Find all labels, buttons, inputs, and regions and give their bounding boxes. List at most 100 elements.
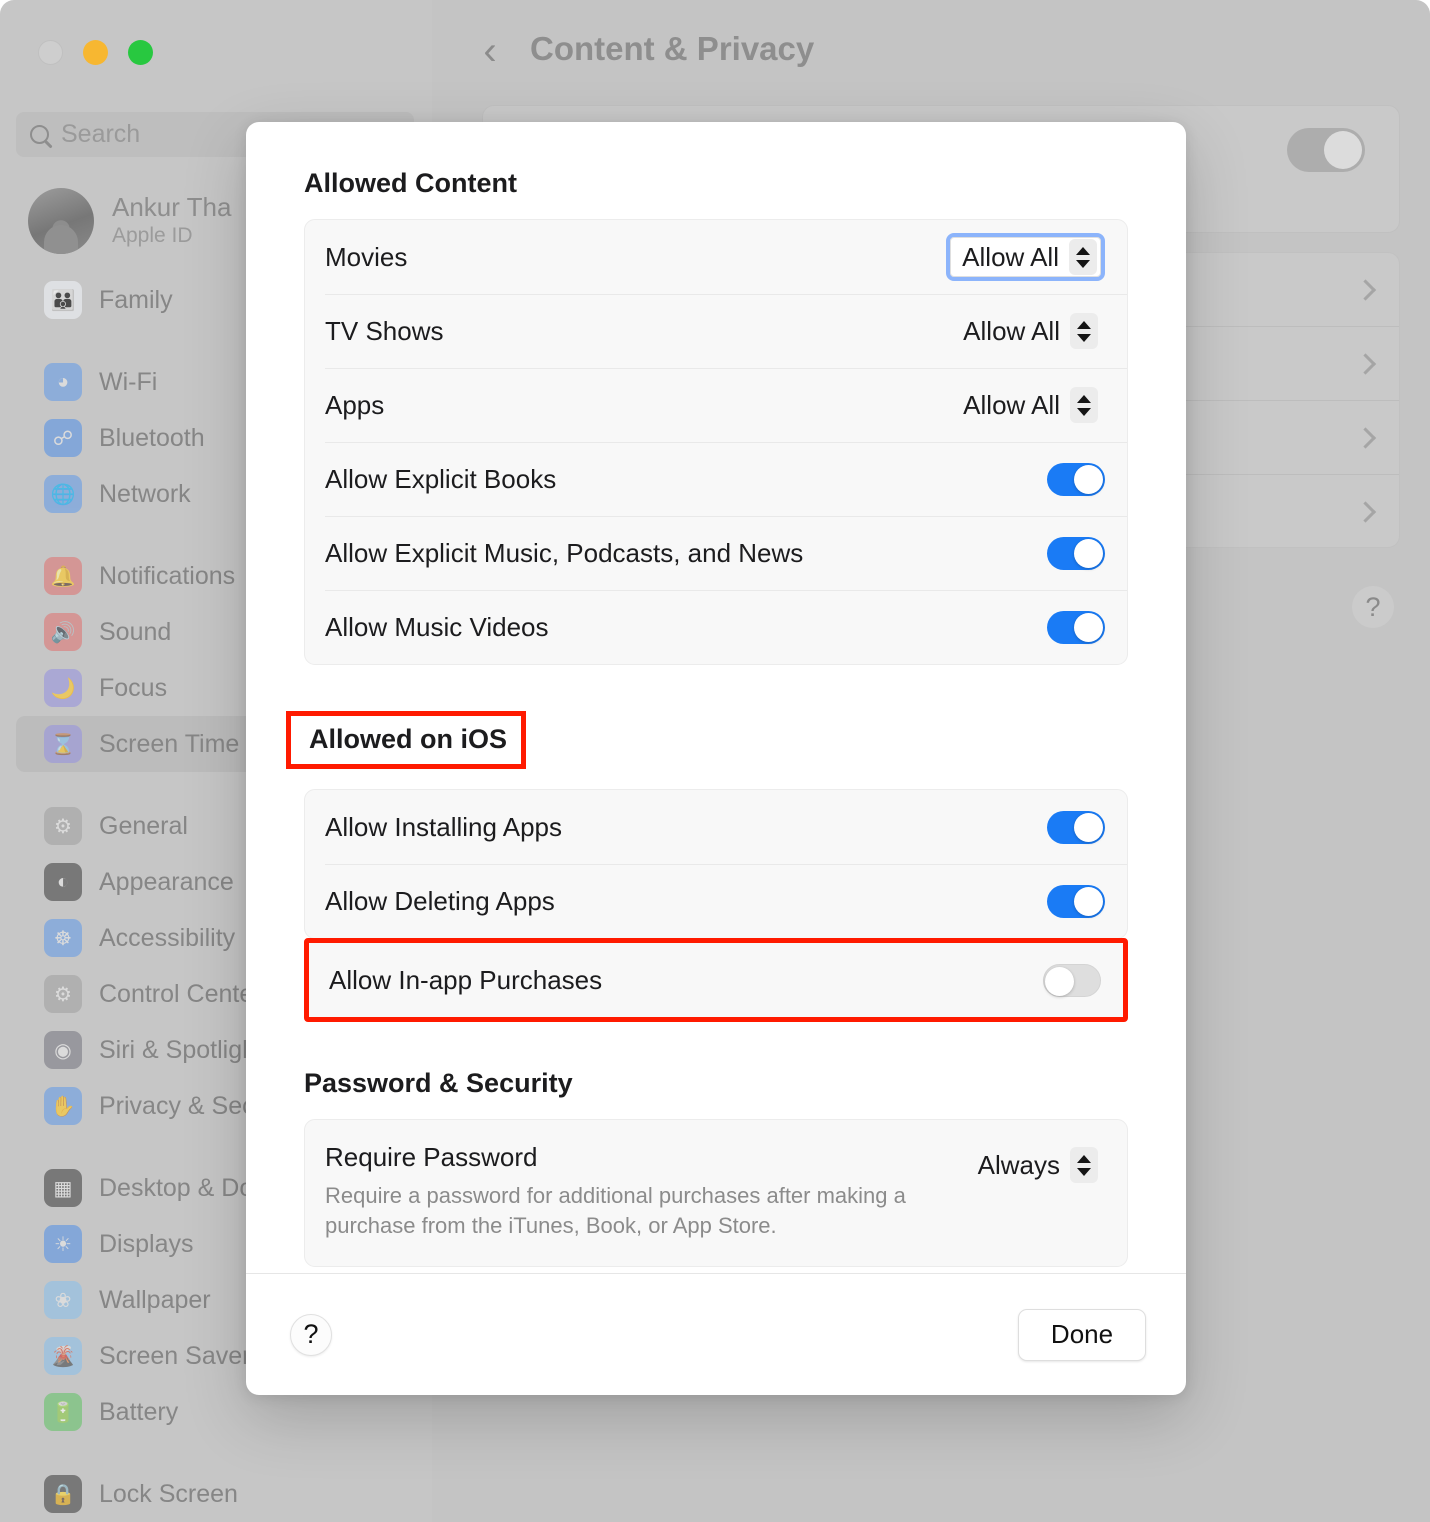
account-row[interactable]: Ankur Tha Apple ID	[28, 188, 231, 254]
allowed-content-dialog: Allowed Content Movies Allow All TV Show…	[246, 122, 1186, 1395]
sidebar-item-label: General	[99, 811, 188, 840]
movies-rating-popup[interactable]: Allow All	[946, 233, 1105, 281]
sidebar-item-label: Wallpaper	[99, 1285, 211, 1314]
row-label: Allow Explicit Music, Podcasts, and News	[325, 537, 804, 568]
password-security-card: Require Password Require a password for …	[304, 1119, 1128, 1268]
moon-icon: 🌙	[44, 669, 82, 707]
row-allow-music-videos[interactable]: Allow Music Videos	[305, 590, 1127, 664]
allowed-content-card: Movies Allow All TV Shows Allow All Apps…	[304, 219, 1128, 665]
screen: Search Ankur Tha Apple ID 👪 Family ◕ Wi-…	[0, 0, 1430, 1522]
row-label: Movies	[325, 241, 408, 272]
chevron-updown-icon	[1070, 313, 1098, 349]
allow-explicit-music-toggle[interactable]	[1047, 536, 1105, 570]
chevron-updown-icon	[1070, 1147, 1098, 1183]
desktop-dock-icon: ▦	[44, 1169, 82, 1207]
row-label: Allow Installing Apps	[325, 811, 563, 842]
bell-icon: 🔔	[44, 557, 82, 595]
speaker-icon: 🔊	[44, 613, 82, 651]
allow-music-videos-toggle[interactable]	[1047, 610, 1105, 644]
popup-value: Allow All	[963, 315, 1060, 346]
done-button[interactable]: Done	[1018, 1308, 1146, 1361]
allow-in-app-purchases-card: Allow In-app Purchases	[304, 938, 1128, 1022]
maximize-button[interactable]	[128, 40, 153, 65]
row-apps[interactable]: Apps Allow All	[305, 368, 1127, 442]
bluetooth-icon: ☍	[44, 419, 82, 457]
avatar	[28, 188, 94, 254]
network-icon: 🌐	[44, 475, 82, 513]
search-placeholder: Search	[61, 120, 141, 148]
sidebar-item-label: Privacy & Sec	[99, 1091, 255, 1120]
page-title: Content & Privacy	[530, 30, 815, 67]
chevron-right-icon	[1354, 278, 1377, 301]
help-button[interactable]: ?	[290, 1313, 332, 1356]
chevron-right-icon	[1354, 426, 1377, 449]
chevron-updown-icon	[1069, 239, 1097, 275]
control-center-icon: ⚙	[44, 975, 82, 1013]
tv-shows-rating-popup[interactable]: Allow All	[949, 308, 1105, 354]
require-password-popup[interactable]: Always	[964, 1142, 1105, 1188]
allow-explicit-books-toggle[interactable]	[1047, 462, 1105, 496]
popup-value: Always	[977, 1149, 1060, 1180]
row-allow-installing-apps[interactable]: Allow Installing Apps	[305, 790, 1127, 864]
content-privacy-toggle[interactable]	[1287, 128, 1365, 172]
close-button[interactable]	[38, 40, 63, 65]
row-allow-explicit-books[interactable]: Allow Explicit Books	[305, 442, 1127, 516]
sidebar-item-label: Screen Saver	[99, 1341, 251, 1370]
dialog-footer: ? Done	[246, 1273, 1186, 1395]
row-label: Require Password	[325, 1142, 538, 1172]
row-allow-explicit-music[interactable]: Allow Explicit Music, Podcasts, and News	[305, 516, 1127, 590]
row-movies[interactable]: Movies Allow All	[305, 220, 1127, 294]
sidebar-item-label: Displays	[99, 1229, 194, 1258]
row-description: Require a password for additional purcha…	[325, 1183, 906, 1238]
gear-icon: ⚙	[44, 807, 82, 845]
sidebar-item-label: Siri & Spotligh	[99, 1035, 257, 1064]
section-heading-allowed-on-ios: Allowed on iOS	[286, 711, 527, 769]
chevron-right-icon	[1354, 352, 1377, 375]
dialog-body: Allowed Content Movies Allow All TV Show…	[246, 122, 1186, 1273]
row-allow-deleting-apps[interactable]: Allow Deleting Apps	[305, 864, 1127, 938]
allow-installing-apps-toggle[interactable]	[1047, 810, 1105, 844]
popup-value: Allow All	[963, 389, 1060, 420]
sidebar-item-lock-screen[interactable]: 🔒 Lock Screen	[16, 1466, 420, 1522]
sidebar-item-label: Accessibility	[99, 923, 236, 952]
contrast-icon: ◐	[44, 863, 82, 901]
chevron-right-icon	[1354, 501, 1377, 523]
display-icon: ☀	[44, 1225, 82, 1263]
chevron-updown-icon	[1070, 387, 1098, 423]
sidebar-item-label: Family	[99, 285, 173, 314]
row-allow-in-app-purchases[interactable]: Allow In-app Purchases	[309, 943, 1123, 1017]
row-label: Apps	[325, 389, 385, 420]
sidebar-item-label: Desktop & Do	[99, 1173, 254, 1202]
row-label: Allow In-app Purchases	[329, 964, 603, 995]
row-label: Allow Deleting Apps	[325, 885, 555, 916]
sidebar-item-label: Screen Time	[99, 729, 240, 758]
allow-deleting-apps-toggle[interactable]	[1047, 884, 1105, 918]
hand-icon: ✋	[44, 1087, 82, 1125]
back-button[interactable]: ‹	[470, 30, 510, 74]
background-help-button[interactable]: ?	[1352, 586, 1394, 628]
sidebar-divider	[0, 1440, 432, 1466]
accessibility-icon: ☸	[44, 919, 82, 957]
account-name: Ankur Tha	[112, 192, 232, 223]
allowed-on-ios-card: Allow Installing Apps Allow Deleting App…	[304, 789, 1128, 939]
wifi-icon: ◕	[44, 363, 82, 401]
sidebar-item-label: Sound	[99, 617, 172, 646]
row-label: TV Shows	[325, 315, 444, 346]
sidebar-item-label: Battery	[99, 1397, 179, 1426]
sidebar-item-label: Control Cente	[99, 979, 254, 1008]
allow-in-app-purchases-toggle[interactable]	[1043, 963, 1101, 997]
minimize-button[interactable]	[83, 40, 108, 65]
siri-icon: ◉	[44, 1031, 82, 1069]
sidebar-item-label: Lock Screen	[99, 1479, 238, 1508]
lock-icon: 🔒	[44, 1475, 82, 1513]
sidebar-item-label: Focus	[99, 673, 168, 702]
row-require-password[interactable]: Require Password Require a password for …	[305, 1120, 1127, 1266]
row-tv-shows[interactable]: TV Shows Allow All	[305, 294, 1127, 368]
sidebar-item-label: Wi-Fi	[99, 367, 158, 396]
search-icon	[30, 125, 49, 144]
hourglass-icon: ⌛	[44, 725, 82, 763]
sidebar-item-label: Network	[99, 479, 191, 508]
section-heading-password-security: Password & Security	[304, 1068, 573, 1098]
apps-rating-popup[interactable]: Allow All	[949, 382, 1105, 428]
sidebar-item-label: Notifications	[99, 561, 236, 590]
